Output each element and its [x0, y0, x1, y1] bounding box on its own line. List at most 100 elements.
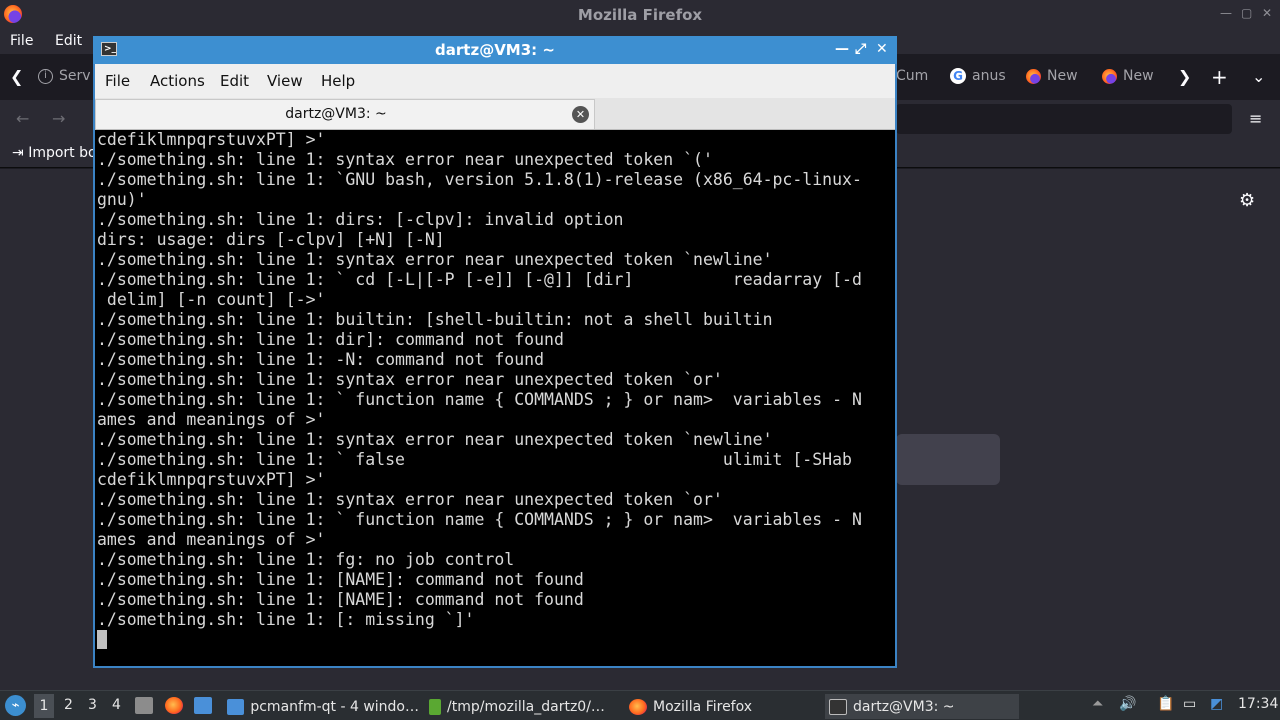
firefox-window-title: Mozilla Firefox — [577, 6, 703, 24]
show-desktop-icon[interactable] — [135, 697, 153, 714]
list-tabs-icon[interactable]: ⌄ — [1252, 67, 1265, 86]
terminal-line: ames and meanings of >' — [97, 410, 326, 429]
back-icon[interactable]: ← — [16, 109, 29, 128]
minimize-icon[interactable]: — — [1220, 6, 1232, 20]
terminal-line: delim] [-n count] [->' — [97, 290, 326, 309]
firefox-icon — [629, 698, 647, 715]
terminal-icon — [829, 698, 847, 715]
task-label: dartz@VM3: ~ — [853, 698, 955, 715]
firefox-icon — [1026, 68, 1041, 84]
terminal-line: ./something.sh: line 1: ` cd [-L|[-P [-e… — [97, 270, 862, 289]
clipboard-icon[interactable]: 📋 — [1157, 696, 1174, 712]
firefox-tab[interactable]: G anus — [950, 68, 1006, 84]
firefox-tab[interactable]: Cum — [896, 68, 928, 84]
firefox-tab[interactable]: i Serv — [38, 68, 91, 84]
terminal-line: ./something.sh: line 1: fg: no job contr… — [97, 550, 515, 569]
task-firefox[interactable]: Mozilla Firefox — [625, 694, 821, 719]
info-icon: i — [38, 68, 53, 84]
start-menu-icon[interactable]: ⌁ — [5, 695, 26, 716]
close-icon[interactable]: ✕ — [1262, 6, 1272, 20]
firefox-tab-label: Cum — [896, 68, 929, 84]
terminal-tab-label: dartz@VM3: ~ — [285, 106, 387, 122]
close-icon[interactable]: ✕ — [876, 41, 888, 57]
terminal-line: dirs: usage: dirs [-clpv] [+N] [-N] — [97, 230, 445, 249]
clock[interactable]: 17:34 — [1238, 696, 1278, 712]
firefox-tab-label: anus — [972, 68, 1006, 84]
firefox-icon — [1102, 68, 1117, 84]
terminal-line: ames and meanings of >' — [97, 530, 326, 549]
hamburger-menu-icon[interactable]: ≡ — [1249, 109, 1262, 128]
minimize-icon[interactable]: — — [835, 41, 849, 57]
terminal-line: ./something.sh: line 1: -N: command not … — [97, 350, 545, 369]
tabs-scroll-right-icon[interactable]: ❯ — [1178, 67, 1191, 86]
new-tab-icon[interactable]: + — [1211, 65, 1228, 89]
workspace-1[interactable]: 1 — [34, 694, 54, 718]
terminal-line: ./something.sh: line 1: syntax error nea… — [97, 250, 773, 269]
terminal-line: ./something.sh: line 1: [: missing `]' — [97, 610, 475, 629]
taskbar: ⌁ 1 2 3 4 pcmanfm-qt - 4 windo… /tmp/moz… — [0, 690, 1280, 720]
firefox-tab-label: Serv — [59, 68, 91, 84]
firefox-tab[interactable]: New — [1102, 68, 1154, 84]
import-bookmarks-label: Import bo — [28, 145, 97, 161]
firefox-titlebar: Mozilla Firefox — ▢ ✕ — [0, 0, 1280, 29]
terminal-menu-edit[interactable]: Edit — [220, 72, 249, 90]
workspace-4[interactable]: 4 — [112, 697, 121, 713]
network-icon[interactable]: ▭ — [1183, 696, 1196, 712]
task-terminal[interactable]: dartz@VM3: ~ — [825, 694, 1019, 719]
terminal-menu-view[interactable]: View — [267, 72, 303, 90]
google-icon: G — [950, 68, 966, 84]
archive-icon — [429, 698, 441, 715]
terminal-cursor — [97, 630, 107, 649]
firefox-url-bar[interactable] — [896, 104, 1232, 134]
firefox-page-search-box[interactable] — [896, 434, 1000, 485]
terminal-titlebar[interactable]: >_ dartz@VM3: ~ — ⤢ ✕ — [93, 36, 897, 64]
import-bookmarks-button[interactable]: ⇥ Import bo — [12, 145, 97, 161]
task-label: /tmp/mozilla_dartz0/… — [447, 698, 605, 715]
maximize-icon[interactable]: ▢ — [1241, 6, 1252, 20]
task-archive[interactable]: /tmp/mozilla_dartz0/… — [425, 694, 621, 719]
terminal-line: ./something.sh: line 1: syntax error nea… — [97, 490, 723, 509]
terminal-line: ./something.sh: line 1: [NAME]: command … — [97, 570, 584, 589]
task-label: pcmanfm-qt - 4 windo… — [250, 698, 419, 715]
terminal-line: ./something.sh: line 1: ` function name … — [97, 390, 862, 409]
firefox-menu-edit[interactable]: Edit — [55, 33, 82, 49]
terminal-window: >_ dartz@VM3: ~ — ⤢ ✕ File Actions Edit … — [93, 36, 897, 668]
firefox-launcher-icon[interactable] — [165, 697, 183, 714]
firefox-tab-label: New — [1047, 68, 1078, 84]
terminal-tabbar: dartz@VM3: ~ ✕ — [95, 98, 895, 130]
terminal-line: ./something.sh: line 1: dir]: command no… — [97, 330, 564, 349]
terminal-line: ./something.sh: line 1: dirs: [-clpv]: i… — [97, 210, 624, 229]
terminal-line: cdefiklmnpqrstuvxPT] >' — [97, 130, 326, 149]
terminal-menu-help[interactable]: Help — [321, 72, 355, 90]
terminal-line: ./something.sh: line 1: syntax error nea… — [97, 430, 773, 449]
firefox-tab-label: New — [1123, 68, 1154, 84]
file-manager-launcher-icon[interactable] — [194, 697, 212, 714]
tabs-scroll-left-icon[interactable]: ❮ — [10, 67, 23, 86]
terminal-output[interactable]: cdefiklmnpqrstuvxPT] >' ./something.sh: l… — [95, 130, 895, 666]
workspace-2[interactable]: 2 — [64, 697, 73, 713]
terminal-line: gnu)' — [97, 190, 147, 209]
task-label: Mozilla Firefox — [653, 698, 753, 715]
terminal-tab[interactable]: dartz@VM3: ~ ✕ — [95, 99, 595, 129]
terminal-line: cdefiklmnpqrstuvxPT] >' — [97, 470, 326, 489]
tray-arrow-icon[interactable]: ⏶ — [1092, 696, 1103, 712]
terminal-menu-actions[interactable]: Actions — [150, 72, 205, 90]
terminal-line: ./something.sh: line 1: ` function name … — [97, 510, 862, 529]
forward-icon[interactable]: → — [52, 109, 65, 128]
close-tab-icon[interactable]: ✕ — [572, 106, 589, 123]
terminal-line: ./something.sh: line 1: builtin: [shell-… — [97, 310, 773, 329]
task-pcmanfm[interactable]: pcmanfm-qt - 4 windo… — [223, 694, 419, 719]
workspace-3[interactable]: 3 — [88, 697, 97, 713]
terminal-line: ./something.sh: line 1: ` false ulimit [… — [97, 450, 852, 469]
maximize-icon[interactable]: ⤢ — [855, 41, 866, 57]
folder-icon — [227, 698, 245, 715]
firefox-tab[interactable]: New — [1026, 68, 1078, 84]
volume-icon[interactable]: 🔊 — [1119, 696, 1136, 712]
terminal-line: ./something.sh: line 1: syntax error nea… — [97, 150, 713, 169]
gear-icon[interactable]: ⚙ — [1239, 190, 1255, 211]
firefox-menu-file[interactable]: File — [10, 33, 33, 49]
terminal-menubar: File Actions Edit View Help — [95, 64, 895, 98]
terminal-menu-file[interactable]: File — [105, 72, 130, 90]
terminal-line: ./something.sh: line 1: `GNU bash, versi… — [97, 170, 862, 189]
update-notifier-icon[interactable]: ◩ — [1210, 696, 1223, 712]
